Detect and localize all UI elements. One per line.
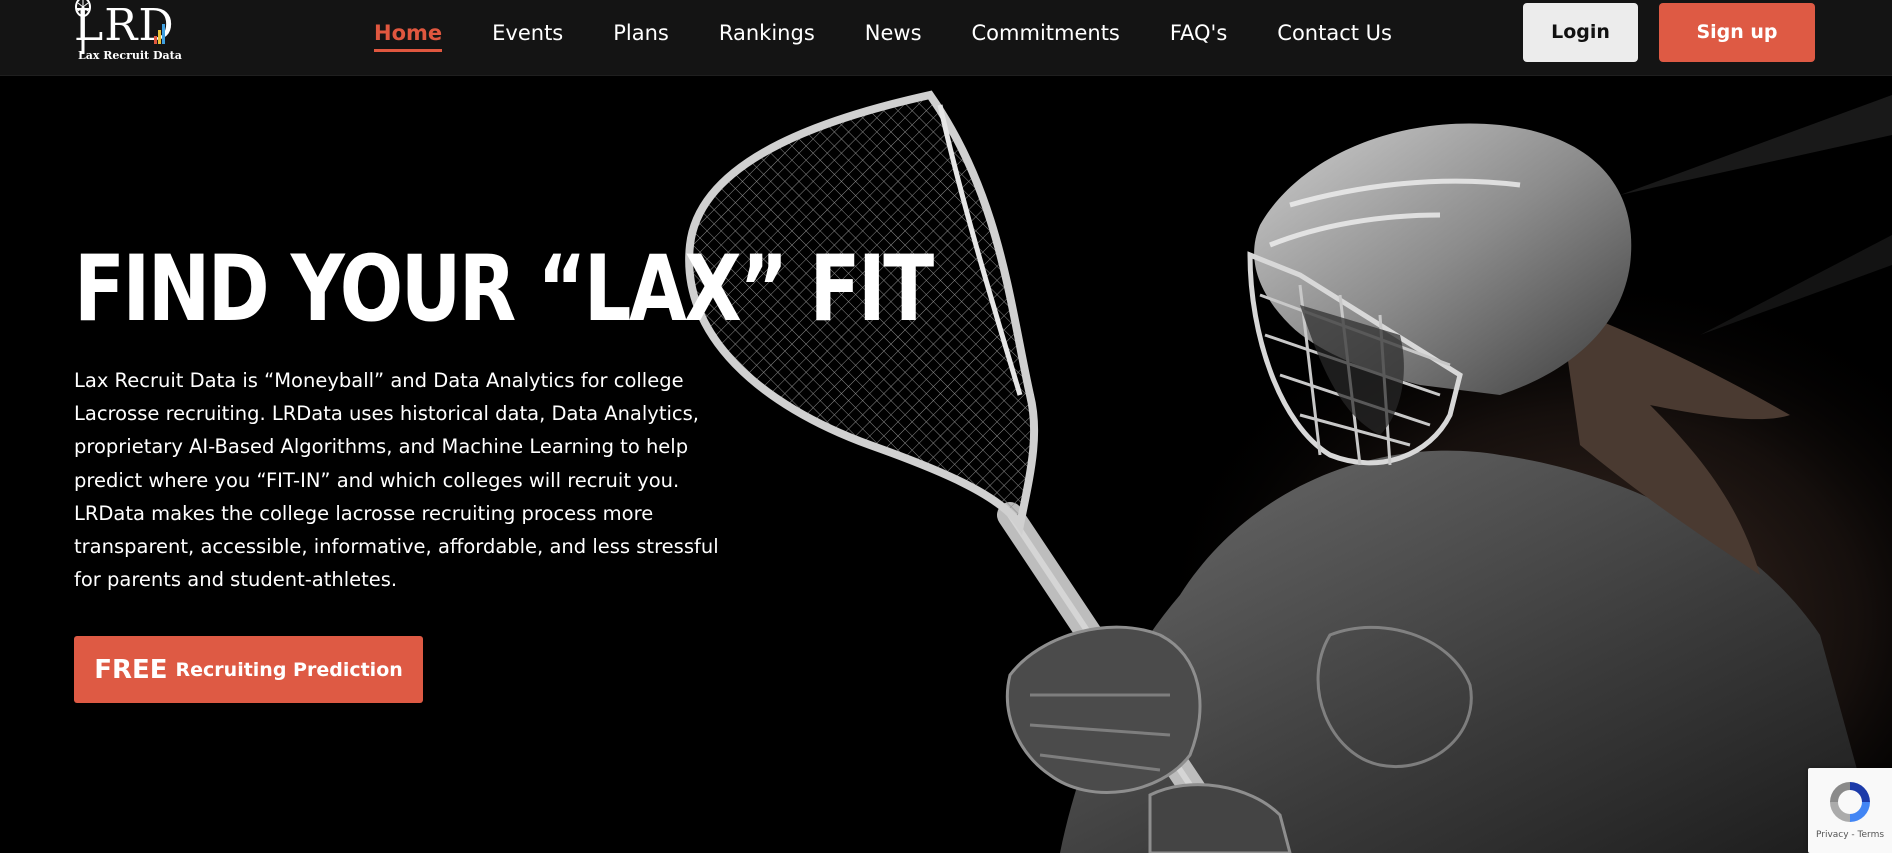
recaptcha-badge[interactable]: Privacy - Terms <box>1808 768 1892 853</box>
top-navbar: LRD Lax Recruit Data Home Events Plans R… <box>0 0 1892 76</box>
nav-link-rankings[interactable]: Rankings <box>694 0 840 66</box>
hero-description-line: predict where you “FIT-IN” and which col… <box>74 468 680 492</box>
cta-rest-label: Recruiting Prediction <box>175 658 403 681</box>
nav-link-events[interactable]: Events <box>467 0 588 66</box>
hero-description-line: transparent, accessible, informative, af… <box>74 535 719 559</box>
main-nav: Home Events Plans Rankings News Commitme… <box>374 0 1417 66</box>
nav-link-news[interactable]: News <box>840 0 947 66</box>
hero-description-line: LRData makes the college lacrosse recrui… <box>74 501 654 525</box>
hero-section: FIND YOUR “LAX” FIT Lax Recruit Data is … <box>0 75 1892 853</box>
hero-description-line: for parents and student-athletes. <box>74 568 398 592</box>
hero-description-line: proprietary AI-Based Algorithms, and Mac… <box>74 435 689 459</box>
logo-subtitle: Lax Recruit Data <box>78 49 182 62</box>
nav-link-plans[interactable]: Plans <box>588 0 694 66</box>
hero-description-line: Lax Recruit Data is “Moneyball” and Data… <box>74 369 684 392</box>
free-recruiting-prediction-button[interactable]: FREE Recruiting Prediction <box>74 636 423 703</box>
nav-link-contact-us[interactable]: Contact Us <box>1252 0 1417 66</box>
login-button[interactable]: Login <box>1523 3 1638 62</box>
site-logo[interactable]: LRD Lax Recruit Data <box>74 0 186 64</box>
cta-free-label: FREE <box>94 654 168 685</box>
hero-description-line: Lacrosse recruiting. LRData uses histori… <box>74 402 699 426</box>
nav-link-home[interactable]: Home <box>374 0 467 66</box>
bar-chart-logo-icon <box>154 24 165 44</box>
recaptcha-icon <box>1830 782 1870 822</box>
nav-link-commitments[interactable]: Commitments <box>947 0 1145 66</box>
hero-description: Lax Recruit Data is “Moneyball” and Data… <box>74 364 774 596</box>
signup-button[interactable]: Sign up <box>1659 3 1815 62</box>
recaptcha-privacy-terms[interactable]: Privacy - Terms <box>1808 830 1892 840</box>
nav-link-faqs[interactable]: FAQ's <box>1145 0 1252 66</box>
hero-title: FIND YOUR “LAX” FIT <box>74 237 934 342</box>
